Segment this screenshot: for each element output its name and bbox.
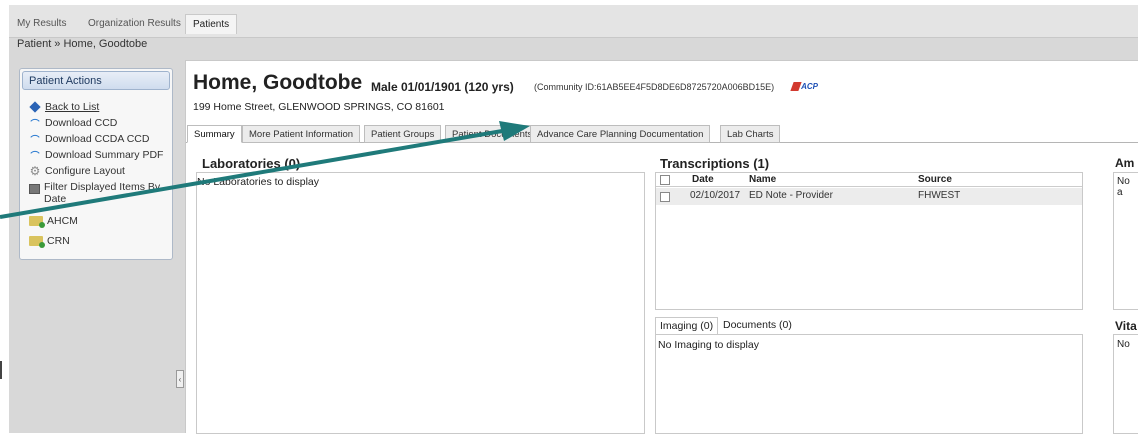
ahcm-label: AHCM (47, 215, 78, 227)
table-row[interactable]: 02/10/2017 ED Note - Provider FHWEST (656, 188, 1082, 205)
tab-imaging[interactable]: Imaging (0) (655, 317, 719, 335)
tab-summary[interactable]: Summary (187, 125, 242, 143)
edge-marker (0, 361, 2, 379)
folder-icon (29, 236, 45, 248)
right-bottom-text: No (1117, 339, 1130, 350)
tab-more-patient-information[interactable]: More Patient Information (242, 125, 361, 143)
tab-organization-results[interactable]: Organization Results (88, 18, 181, 29)
column-source[interactable]: Source (918, 174, 952, 185)
download-ccda-ccd-label: Download CCDA CCD (45, 133, 150, 145)
community-id: (Community ID:61AB5EE4F5D8DE6D8725720A00… (534, 82, 775, 92)
download-summary-pdf-link[interactable]: ⌒ Download Summary PDF (29, 149, 163, 161)
column-name[interactable]: Name (749, 174, 776, 185)
filter-icon (29, 184, 40, 194)
tab-my-results[interactable]: My Results (17, 18, 66, 29)
laboratories-empty-text: No Laboratories to display (197, 176, 319, 188)
download-ccd-link[interactable]: ⌒ Download CCD (29, 117, 117, 129)
laboratories-title: Laboratories (0) (202, 156, 301, 171)
patient-actions-panel: Patient Actions Back to List ⌒ Download … (19, 68, 173, 260)
row-checkbox[interactable] (660, 192, 670, 202)
configure-layout-link[interactable]: ⚙ Configure Layout (29, 164, 125, 178)
back-to-list-label: Back to List (45, 101, 100, 113)
gear-icon: ⚙ (29, 164, 41, 178)
transcriptions-title: Transcriptions (1) (660, 156, 770, 171)
acp-logo-text: ACP (801, 82, 818, 91)
patient-name: Home, Goodtobe (193, 71, 363, 94)
select-all-checkbox[interactable] (660, 175, 670, 185)
patient-main-panel: Home, Goodtobe Male 01/01/1901 (120 yrs)… (185, 60, 1138, 434)
folder-icon (29, 216, 45, 228)
patient-address: 199 Home Street, GLENWOOD SPRINGS, CO 81… (193, 101, 445, 113)
collapse-panel-handle[interactable]: ‹ (176, 370, 184, 388)
acp-logo-icon: ACP (790, 81, 818, 92)
back-arrow-icon (29, 101, 41, 113)
download-icon: ⌒ (30, 134, 40, 145)
crn-label: CRN (47, 235, 70, 247)
patient-actions-title: Patient Actions (22, 71, 170, 90)
ahcm-link[interactable]: AHCM (29, 215, 78, 228)
download-icon: ⌒ (30, 150, 40, 161)
filter-by-date-link[interactable]: Filter Displayed Items By Date (29, 181, 164, 205)
row-name: ED Note - Provider (749, 190, 833, 201)
configure-layout-label: Configure Layout (45, 165, 125, 177)
right-top-text: No a (1117, 176, 1130, 198)
content-tab-bar: Summary More Patient Information Patient… (186, 125, 1138, 143)
patient-demographics: Male 01/01/1901 (120 yrs) (371, 80, 514, 94)
tab-patient-documents[interactable]: Patient Documents (445, 125, 540, 143)
right-bottom-title: Vita (1115, 319, 1137, 333)
laboratories-panel (196, 172, 645, 434)
download-icon: ⌒ (30, 118, 40, 129)
tab-patients[interactable]: Patients (185, 14, 238, 34)
row-date: 02/10/2017 (690, 190, 741, 201)
back-to-list-link[interactable]: Back to List (29, 101, 99, 113)
download-ccd-label: Download CCD (45, 117, 118, 129)
download-ccda-ccd-link[interactable]: ⌒ Download CCDA CCD (29, 133, 149, 145)
column-date[interactable]: Date (692, 174, 714, 185)
breadcrumb: Patient » Home, Goodtobe (17, 38, 148, 50)
filter-by-date-label: Filter Displayed Items By Date (44, 181, 161, 205)
tab-lab-charts[interactable]: Lab Charts (720, 125, 781, 143)
tab-documents[interactable]: Documents (0) (719, 317, 796, 335)
right-top-title: Am (1115, 156, 1135, 170)
download-summary-pdf-label: Download Summary PDF (45, 149, 164, 161)
imaging-empty-text: No Imaging to display (658, 339, 759, 351)
tab-patient-groups[interactable]: Patient Groups (364, 125, 442, 143)
transcriptions-header-row: Date Name Source (656, 173, 1082, 187)
tab-advance-care-planning[interactable]: Advance Care Planning Documentation (530, 125, 711, 143)
row-source: FHWEST (918, 190, 961, 201)
crn-link[interactable]: CRN (29, 235, 70, 248)
